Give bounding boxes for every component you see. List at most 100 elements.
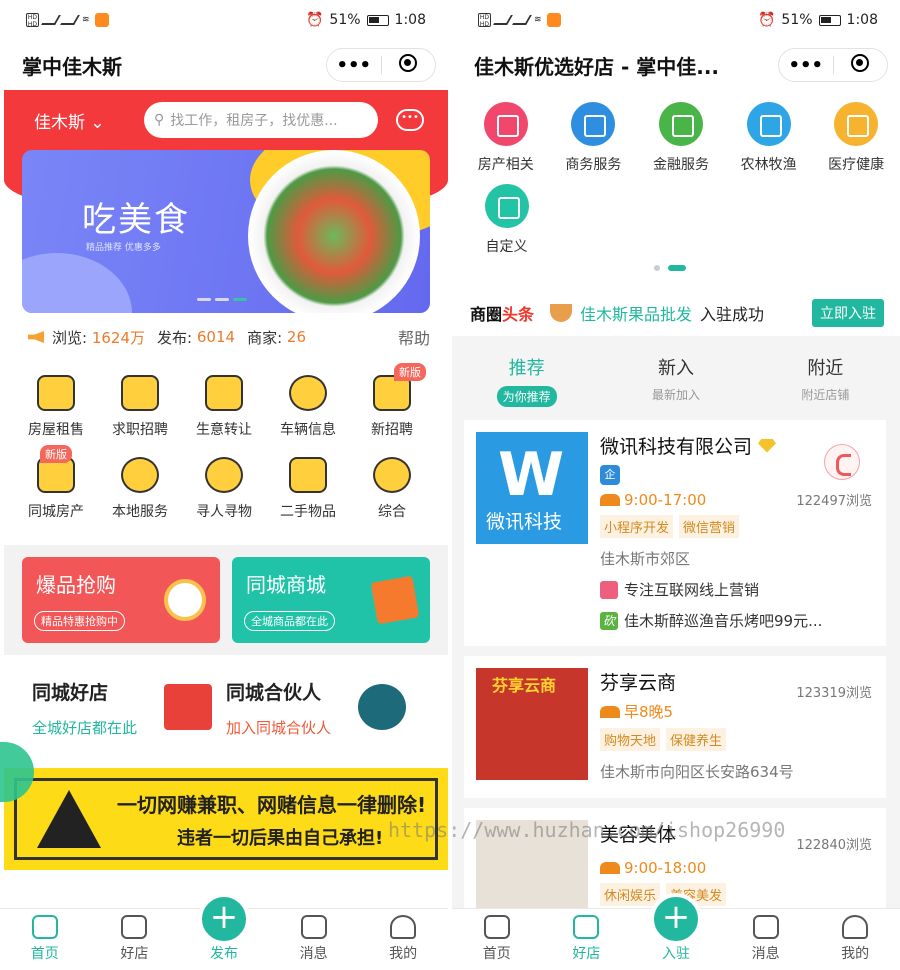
tab-me[interactable]: 我的 <box>358 915 448 970</box>
shop-filter-tabs: 推荐为你推荐 新入最新加入 附近 附近店铺 <box>452 340 900 414</box>
shop-promotion: 佳木斯醉巡渔音乐烤吧99元... <box>624 612 823 630</box>
new-badge: 新版 <box>40 445 72 463</box>
shop-tag: 休闲娱乐 <box>600 883 661 906</box>
city-mall-card[interactable]: 同城商城 全城商品都在此 <box>232 557 430 643</box>
tab-join[interactable]: + 入驻 <box>631 893 721 970</box>
grid-item-vehicles[interactable]: 车辆信息 <box>266 365 350 439</box>
posts-value: 6014 <box>196 328 236 346</box>
tab-title: 推荐 <box>508 358 545 379</box>
cat-agriculture[interactable]: 农林牧渔 <box>725 102 813 174</box>
grid-item-jobs[interactable]: 求职招聘 <box>98 365 182 439</box>
promo-subtitle: 全城商品都在此 <box>244 611 335 631</box>
alarm-icon: ⏰ <box>305 12 324 28</box>
join-now-button[interactable]: 立即入驻 <box>812 299 884 327</box>
shop-name: 微讯科技有限公司 <box>600 436 753 458</box>
city-partner-entry[interactable]: 同城合伙人 加入同城合伙人 <box>226 678 420 742</box>
hd-icon: HD HD <box>478 13 491 28</box>
tab-subtitle: 最新加入 <box>651 388 700 402</box>
headline-shop-name[interactable]: 佳木斯果品批发 <box>580 301 692 325</box>
city-selector[interactable]: 佳木斯 ⌄ <box>34 108 144 133</box>
category-section: 房产相关 商务服务 金融服务 农林牧渔 医疗健康 自定义 <box>452 90 900 290</box>
shop-hours: 9:00-17:00 <box>624 491 707 509</box>
tab-title: 新入 <box>657 358 694 379</box>
diamond-icon <box>758 438 777 453</box>
banner-title: 吃美食 <box>82 200 190 240</box>
headline-bar: 商圈 头条 佳木斯果品批发 入驻成功 立即入驻 <box>452 290 900 336</box>
close-miniprogram-button[interactable] <box>382 53 436 77</box>
tab-home[interactable]: 首页 <box>0 915 90 970</box>
cat-real-estate[interactable]: 房产相关 <box>462 102 550 174</box>
more-icon[interactable]: ••• <box>327 55 381 76</box>
shop-card[interactable]: 芬享云商 芬享云商 早8晚5 购物天地 保健养生 佳木斯市向阳区长安路634号 1… <box>464 656 886 798</box>
warning-line-1: 一切网赚兼职、网赌信息一律删除! <box>117 792 427 817</box>
promo-subtitle: 精品特惠抢购中 <box>34 611 125 631</box>
grid-item-lost-found[interactable]: 寻人寻物 <box>182 447 266 521</box>
storefront-icon <box>164 684 212 730</box>
atom-icon <box>373 457 411 493</box>
tab-bar: 首页 好店 + 入驻 消息 我的 <box>452 893 900 970</box>
shop-logo: 芬享云商 <box>476 668 588 780</box>
banner[interactable]: 吃美食 精品推荐 优惠多多 <box>22 150 430 313</box>
shop-card[interactable]: W 微讯科技 微讯科技有限公司 企 9:00-17:00 小程序开发 微信营销 佳木… <box>464 420 886 646</box>
flash-sale-card[interactable]: 爆品抢购 精品特惠抢购中 <box>22 557 220 643</box>
user-icon <box>842 915 869 939</box>
tab-home[interactable]: 首页 <box>452 915 542 970</box>
chat-icon[interactable]: ••• <box>396 109 424 131</box>
tab-subtitle: 为你推荐 <box>496 386 557 407</box>
tab-newest[interactable]: 新入 最新加入 <box>601 354 750 414</box>
shop-icon <box>121 915 148 939</box>
grid-item-city-property[interactable]: 新版 同城房产 <box>14 445 98 521</box>
signal-icon <box>41 15 61 25</box>
tab-messages[interactable]: 消息 <box>269 915 359 970</box>
app-notification-icon <box>94 13 109 27</box>
tab-me[interactable]: 我的 <box>810 915 900 970</box>
shop-address: 佳木斯市向阳区长安路634号 <box>600 763 794 781</box>
wifi-icon: ≋ <box>82 15 90 25</box>
cat-finance[interactable]: 金融服务 <box>637 102 725 174</box>
tab-bar: 首页 好店 + 发布 消息 我的 <box>0 893 448 970</box>
search-input[interactable]: ⚲ 找工作，租房子，找优惠... <box>144 102 378 138</box>
tab-messages[interactable]: 消息 <box>721 915 811 970</box>
open-sign-icon <box>600 705 620 718</box>
city-label: 佳木斯 <box>34 112 85 133</box>
grid-label: 生意转让 <box>196 422 252 438</box>
signal-indicators: HD HD ≋ <box>26 13 109 28</box>
more-icon[interactable]: ••• <box>779 55 833 76</box>
bag-icon <box>205 375 243 411</box>
tab-label: 消息 <box>751 946 780 962</box>
grid-item-secondhand[interactable]: 二手物品 <box>266 447 350 521</box>
view-count: 122497浏览 <box>796 494 872 509</box>
tab-nearby[interactable]: 附近 附近店铺 <box>751 354 900 414</box>
merchants-label: 商家: <box>247 328 283 347</box>
tab-shops[interactable]: 好店 <box>90 915 180 970</box>
city-shops-entry[interactable]: 同城好店 全城好店都在此 <box>32 678 226 742</box>
grid-item-house-rental[interactable]: 房屋租售 <box>14 365 98 439</box>
grid-item-local-services[interactable]: 本地服务 <box>98 447 182 521</box>
fruit-bowl-icon <box>550 304 573 322</box>
cat-business[interactable]: 商务服务 <box>550 102 638 174</box>
tab-label: 好店 <box>120 946 149 962</box>
view-count: 123319浏览 <box>796 686 872 701</box>
open-sign-icon <box>600 862 620 874</box>
thumbs-up-icon <box>600 580 618 599</box>
grid-item-general[interactable]: 综合 <box>350 447 434 521</box>
help-link[interactable]: 帮助 <box>398 325 430 349</box>
tab-publish[interactable]: + 发布 <box>179 893 269 970</box>
grid-label: 同城房产 <box>28 504 84 520</box>
tab-shops[interactable]: 好店 <box>542 915 632 970</box>
call-button[interactable] <box>824 444 860 480</box>
tab-recommended[interactable]: 推荐 为你推荐 <box>452 354 601 414</box>
grid-item-business-transfer[interactable]: 生意转让 <box>182 365 266 439</box>
verified-enterprise-icon: 企 <box>600 465 620 485</box>
status-bar: HD HD ≋ ⏰ 51% 1:08 <box>452 0 900 40</box>
close-miniprogram-button[interactable] <box>834 53 888 77</box>
signal-icon <box>493 15 513 25</box>
watermark: https://www.huzhan.com/ishop26990 <box>388 818 786 842</box>
signal-icon <box>60 15 80 25</box>
grid-item-new-jobs[interactable]: 新版 新招聘 <box>350 363 434 439</box>
shop-hours: 9:00-18:00 <box>624 859 707 877</box>
category-grid: 房屋租售 求职招聘 生意转让 车辆信息 新版 新招聘 新版同城房产 本地服务 寻人… <box>14 363 434 521</box>
cat-medical[interactable]: 医疗健康 <box>812 102 900 174</box>
category-pager <box>654 265 686 271</box>
cat-custom[interactable]: 自定义 <box>462 184 551 256</box>
